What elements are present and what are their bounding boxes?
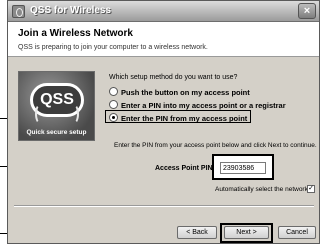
option-label: Enter the PIN from my access point xyxy=(121,114,248,123)
app-icon xyxy=(12,5,25,18)
method-question: Which setup method do you want to use? xyxy=(109,74,238,81)
auto-select-label: Automatically select the network xyxy=(215,186,308,193)
radio-icon[interactable] xyxy=(109,100,118,109)
option-enter-pin-into-ap[interactable]: Enter a PIN into my access point or a re… xyxy=(109,100,286,110)
pin-label: Access Point PIN: xyxy=(155,165,215,172)
page-title: Join a Wireless Network xyxy=(18,28,133,39)
window-title: QSS for Wireless xyxy=(30,5,112,16)
auto-select-checkbox[interactable]: ✓ xyxy=(307,185,315,193)
title-bar: QSS for Wireless × xyxy=(8,1,319,22)
signal-right-icon xyxy=(69,104,79,124)
qss-wizard-window: QSS for Wireless × Join a Wireless Netwo… xyxy=(7,0,320,244)
option-enter-pin-from-ap[interactable]: Enter the PIN from my access point xyxy=(109,113,247,123)
wizard-header: Join a Wireless Network QSS is preparing… xyxy=(8,22,319,57)
option-label: Push the button on my access point xyxy=(121,88,250,97)
button-separator xyxy=(14,205,314,207)
signal-left-icon xyxy=(35,104,45,124)
qss-caption: Quick secure setup xyxy=(26,129,87,136)
pin-instruction: Enter the PIN from your access point bel… xyxy=(114,142,317,149)
page-subtitle: QSS is preparing to join your computer t… xyxy=(18,44,208,51)
wizard-body: QSS Quick secure setup Which setup metho… xyxy=(8,58,319,243)
next-button[interactable]: Next > xyxy=(224,226,269,239)
qss-badge: QSS xyxy=(30,83,84,124)
pin-input[interactable] xyxy=(220,162,266,174)
option-label: Enter a PIN into my access point or a re… xyxy=(121,101,286,110)
qss-logo: QSS Quick secure setup xyxy=(18,71,95,141)
cancel-button[interactable]: Cancel xyxy=(278,226,316,239)
qss-badge-text: QSS xyxy=(40,91,74,108)
option-push-button[interactable]: Push the button on my access point xyxy=(109,87,250,97)
back-button[interactable]: < Back xyxy=(177,226,217,239)
pin-highlight-box xyxy=(212,154,274,180)
radio-selected-icon[interactable] xyxy=(109,113,118,122)
radio-icon[interactable] xyxy=(109,87,118,96)
close-button[interactable]: × xyxy=(298,3,316,19)
